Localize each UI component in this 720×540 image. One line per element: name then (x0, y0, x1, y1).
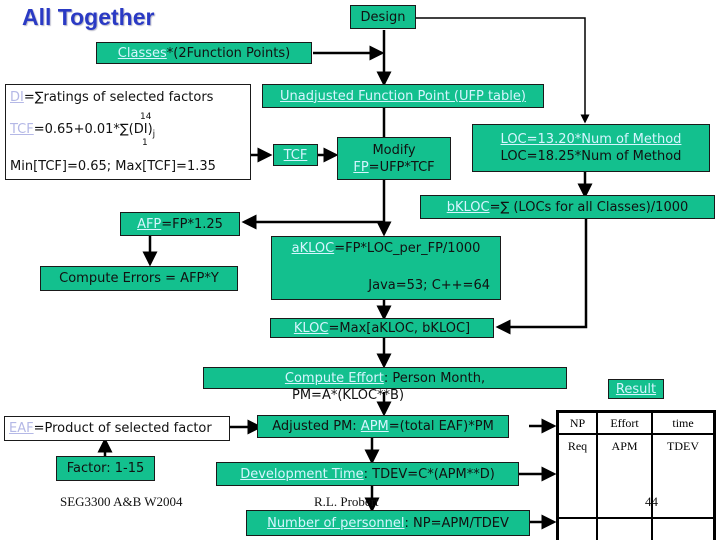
afp-formula: =FP*1.25 (161, 216, 223, 232)
kloc-link[interactable]: KLOC (294, 321, 329, 336)
classes-box: Classes*(2Function Points) (96, 42, 312, 64)
ufp-link[interactable]: Unadjusted Function Point (UFP table) (280, 88, 526, 105)
errors-formula: Compute Errors = AFP*Y (59, 271, 219, 286)
ufp-box: Unadjusted Function Point (UFP table) (262, 84, 544, 108)
cell-tdev: TDEV (651, 434, 716, 518)
np-formula: : NP=APM/TDEV (404, 515, 509, 531)
eaf-link[interactable]: EAF (9, 421, 34, 436)
kloc-formula: =Max[aKLOC, bKLOC] (328, 320, 471, 336)
line-bkloc-to-kloc (495, 218, 588, 335)
apm-formula: =(total EAF)*PM (388, 419, 494, 434)
afp-link[interactable]: AFP (137, 217, 161, 232)
compute-effort-link[interactable]: Compute Effort (285, 371, 384, 386)
empty-cell (596, 517, 654, 540)
header-time: time (651, 411, 716, 435)
development-time-box: Development Time: TDEV=C*(APM**D) (216, 462, 519, 486)
development-time-link[interactable]: Development Time (240, 467, 363, 482)
result-table-footer-row (556, 517, 716, 540)
header-np: NP (556, 411, 599, 435)
tdev-formula: : TDEV=C*(APM**D) (363, 466, 495, 482)
bkloc-formula: =∑ (LOCs for all Classes)/1000 (489, 199, 689, 215)
author-footer: R.L. Probert (314, 494, 379, 509)
result-table-header-row: NP Effort time (556, 411, 716, 435)
apm-link[interactable]: APM (361, 419, 389, 434)
tcf-formula-link[interactable]: TCF (10, 122, 34, 137)
cell-req: Req (556, 434, 599, 518)
tcf-box: TCF (273, 144, 318, 166)
tcf-range: Min[TCF]=0.65; Max[TCF]=1.35 (10, 159, 216, 174)
tcf-formula: =0.65+0.01*∑(DI) (33, 121, 153, 137)
compute-errors-box: Compute Errors = AFP*Y (40, 266, 238, 291)
fp-link[interactable]: FP (353, 160, 368, 175)
apm-box: Adjusted PM: APM=(total EAF)*PM (257, 415, 509, 438)
akloc-link[interactable]: aKLOC (292, 241, 335, 256)
apm-prefix: Adjusted PM: (272, 419, 361, 434)
number-of-personnel-link[interactable]: Number of personnel (267, 516, 404, 531)
eaf-box: EAF=Product of selected factor (4, 416, 230, 441)
cell-apm: APM (596, 434, 654, 518)
slide: All Together Design Classes*(2Function P… (0, 0, 720, 540)
loc-formula-2: LOC=18.25*Num of Method (500, 149, 682, 164)
bkloc-link[interactable]: bKLOC (447, 200, 490, 215)
afp-box: AFP=FP*1.25 (120, 212, 240, 236)
loc-box: LOC=13.20*Num of Method LOC=18.25*Num of… (472, 124, 710, 172)
tcf-definitions-box: DI=∑ratings of selected factors TCF=0.65… (5, 84, 251, 180)
di-link[interactable]: DI (10, 90, 24, 105)
tcf-subscript: j (152, 129, 156, 140)
tcf-link[interactable]: TCF (284, 147, 308, 164)
akloc-box: aKLOC=FP*LOC_per_FP/1000 Java=53; C++=64 (271, 236, 501, 300)
number-of-personnel-box: Number of personnel: NP=APM/TDEV (246, 510, 530, 536)
modify-label: Modify (372, 142, 416, 158)
course-footer: SEG3300 A&B W2004 (60, 494, 183, 509)
sum-upper-bound: 14 (140, 111, 152, 122)
classes-link[interactable]: Classes (118, 46, 167, 61)
fp-formula: =UFP*TCF (368, 159, 435, 175)
design-box: Design (350, 5, 416, 29)
result-link[interactable]: Result (616, 381, 656, 398)
empty-cell (651, 517, 716, 540)
classes-formula: *(2Function Points) (166, 45, 291, 61)
compute-effort-box: Compute Effort: Person Month, (203, 367, 567, 389)
kloc-box: KLOC=Max[aKLOC, bKLOC] (270, 318, 494, 338)
modify-fp-box: Modify FP=UFP*TCF (337, 137, 451, 180)
eaf-formula: =Product of selected factor (33, 421, 212, 436)
sum-lower-bound: 1 (142, 137, 148, 148)
di-formula: =∑ratings of selected factors (23, 90, 214, 105)
page-number: 44 (645, 494, 658, 509)
slide-title: All Together (22, 4, 155, 30)
result-box: Result (608, 379, 664, 399)
header-effort: Effort (596, 411, 654, 435)
akloc-formula: =FP*LOC_per_FP/1000 (334, 241, 481, 256)
factor-box: Factor: 1-15 (56, 456, 155, 481)
effort-label: : Person Month, (383, 370, 486, 386)
empty-cell (556, 517, 599, 540)
bkloc-box: bKLOC=∑ (LOCs for all Classes)/1000 (420, 195, 715, 219)
factor-range: Factor: 1-15 (66, 461, 145, 476)
design-label: Design (360, 9, 406, 25)
result-table-row: Req APM TDEV (556, 434, 716, 518)
loc-per-fp-values: Java=53; C++=64 (368, 278, 490, 293)
effort-formula: PM=A*(KLOC**B) (292, 388, 405, 403)
result-table: NP Effort time Req APM TDEV (556, 410, 716, 540)
loc-link[interactable]: LOC=13.20*Num of Method (501, 131, 682, 148)
